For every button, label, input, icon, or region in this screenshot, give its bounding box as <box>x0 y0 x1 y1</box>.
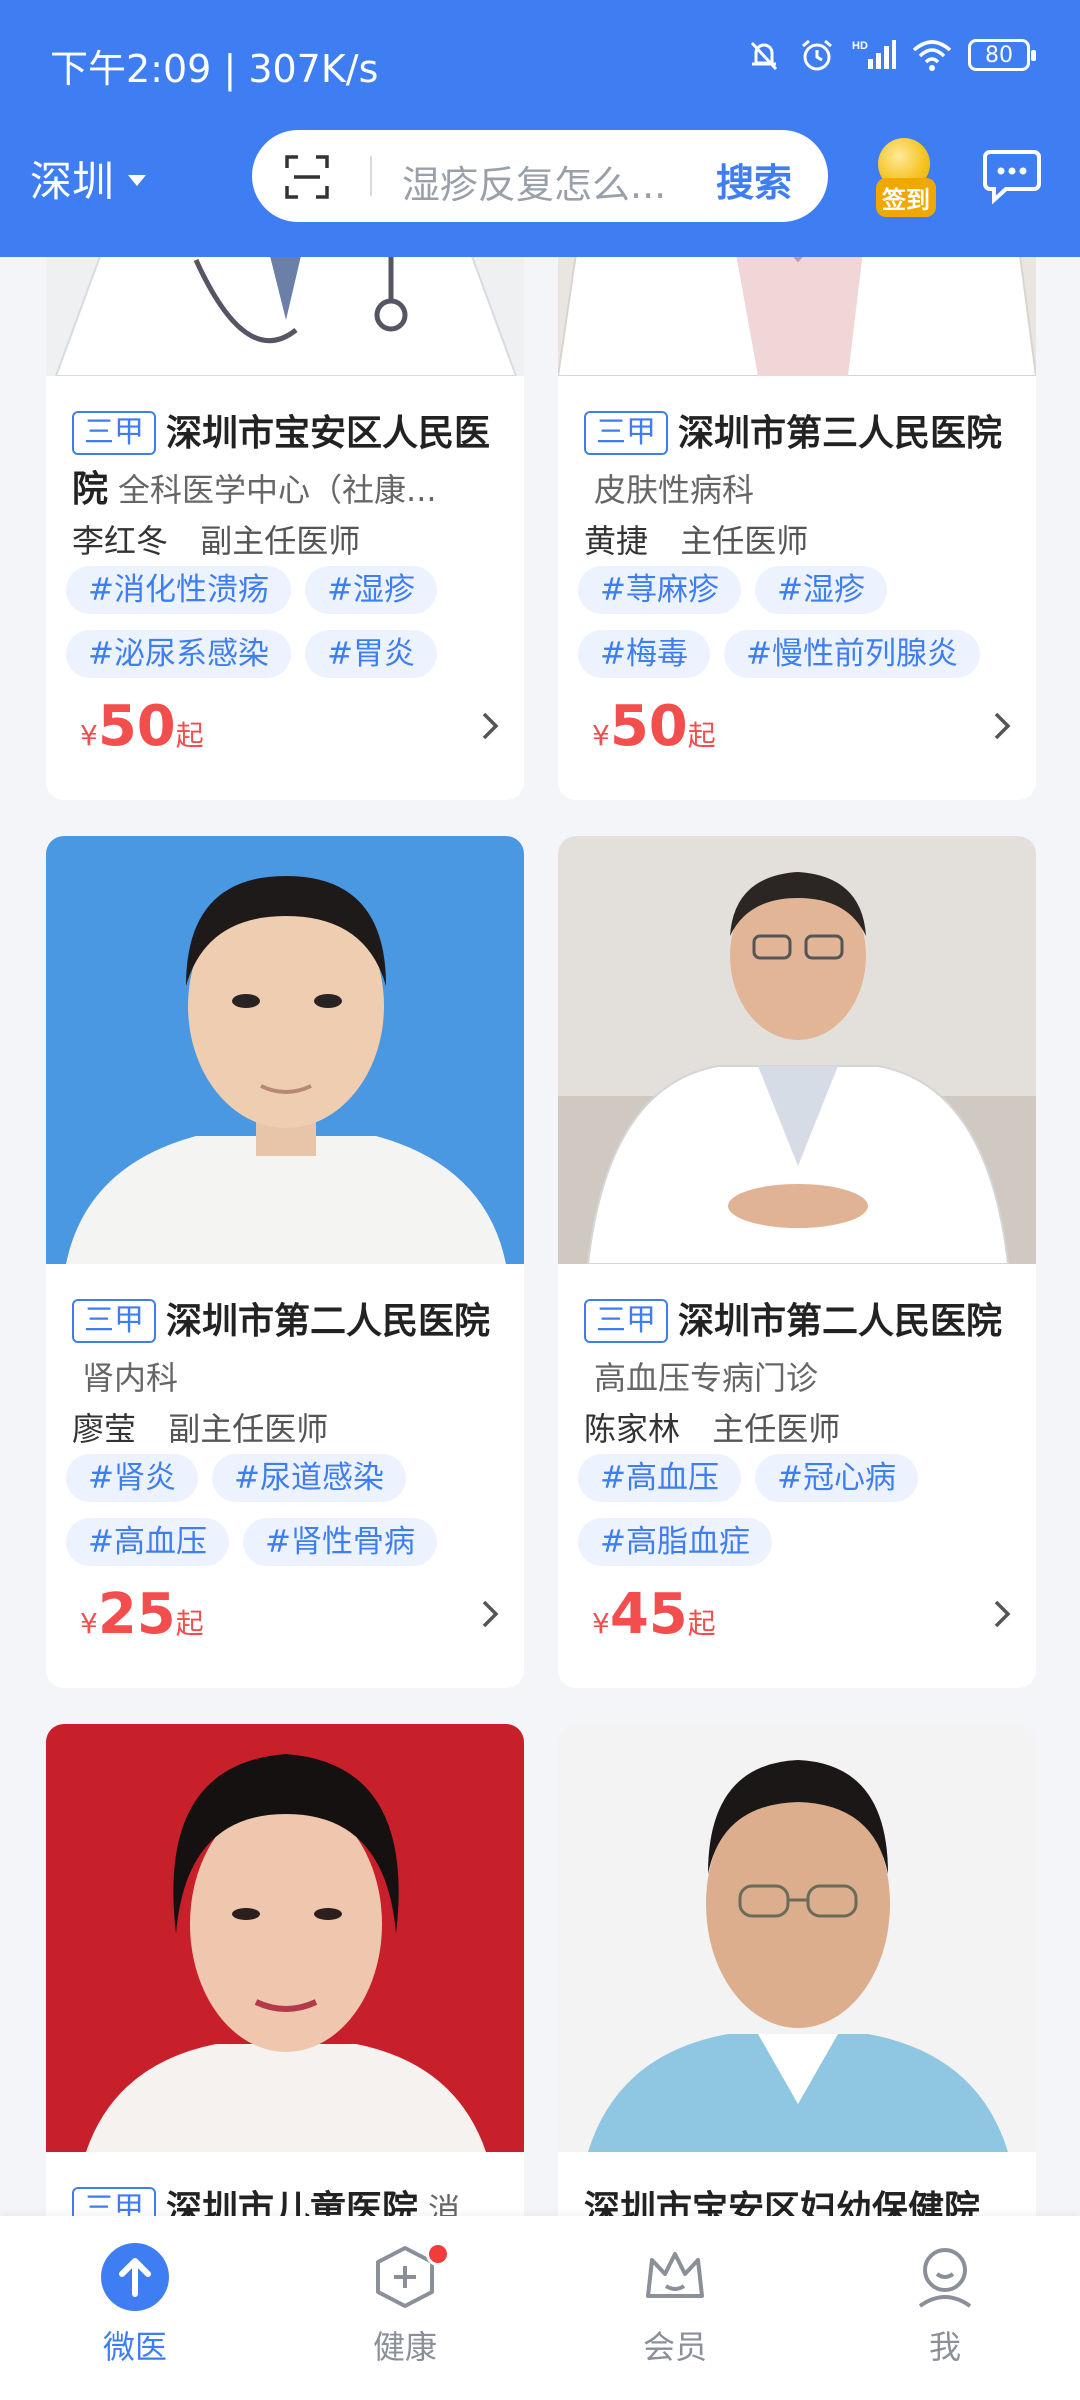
search-bar[interactable]: 湿疹反复怎么... 搜索 <box>252 130 828 222</box>
hospital-title: 三甲 深圳市第二人民医院高血压专病门诊 <box>584 1294 1014 1406</box>
doctor-name: 黄捷 <box>584 522 649 560</box>
nav-label: 健康 <box>372 2328 437 2366</box>
doctor-info: 廖莹 副主任医师 <box>72 1404 328 1450</box>
hospital-title: 三甲 深圳市宝安区人民医院 全科医学中心（社康... <box>72 406 502 518</box>
specialty-tag[interactable]: #肾炎 <box>66 1454 198 1502</box>
doctor-card[interactable]: 三甲 深圳市第二人民医院肾内科 廖莹 副主任医师 #肾炎 #尿道感染 #高血压 #… <box>46 836 524 1688</box>
grade-badge: 三甲 <box>72 1299 156 1343</box>
consult-price: ¥25起 <box>80 1582 204 1647</box>
specialty-tag[interactable]: #梅毒 <box>578 630 710 678</box>
wifi-icon <box>912 40 952 71</box>
specialty-tag[interactable]: #消化性溃疡 <box>66 566 291 614</box>
crown-icon <box>646 2252 704 2298</box>
specialty-tag[interactable]: #高血压 <box>66 1518 229 1566</box>
caret-down-icon <box>128 175 147 186</box>
specialty-tag[interactable]: #冠心病 <box>754 1454 918 1502</box>
specialty-tag[interactable]: #高血压 <box>578 1454 741 1502</box>
nav-tab-me[interactable]: 我 <box>810 2216 1080 2400</box>
user-profile-icon <box>918 2248 972 2308</box>
department: 高血压专病门诊 <box>594 1359 819 1397</box>
chevron-right-icon[interactable] <box>992 1598 1014 1630</box>
status-bar: 下午2:09 | 307K/s HD 80 <box>0 0 1080 120</box>
nav-tab-health[interactable]: 健康 <box>270 2216 540 2400</box>
department: 肾内科 <box>82 1359 179 1397</box>
specialty-tags: #高血压 #冠心病 #高脂血症 <box>578 1454 1024 1566</box>
doctor-info: 李红冬 副主任医师 <box>72 516 360 562</box>
specialty-tags: #荨麻疹 #湿疹 #梅毒 #慢性前列腺炎 <box>578 566 1024 678</box>
search-button[interactable]: 搜索 <box>716 152 792 207</box>
specialty-tags: #肾炎 #尿道感染 #高血压 #肾性骨病 <box>66 1454 512 1566</box>
specialty-tag[interactable]: #高脂血症 <box>578 1518 772 1566</box>
doctor-info: 黄捷 主任医师 <box>584 516 808 562</box>
nav-label: 会员 <box>642 2328 707 2366</box>
doctor-name: 廖莹 <box>72 1410 137 1448</box>
signal-icon: HD <box>852 40 896 69</box>
doctor-photo <box>558 836 1036 1264</box>
checkin-label: 签到 <box>876 178 936 217</box>
top-header: 下午2:09 | 307K/s HD 80 深圳 湿疹反复怎么... 搜索 签到 <box>0 0 1080 257</box>
doctor-photo <box>558 1724 1036 2152</box>
status-time-speed: 下午2:09 | 307K/s <box>50 47 379 91</box>
chevron-right-icon[interactable] <box>992 710 1014 742</box>
doctor-photo <box>46 836 524 1264</box>
svg-text:HD: HD <box>852 40 868 52</box>
specialty-tag[interactable]: #泌尿系感染 <box>66 630 291 678</box>
doctor-rank: 副主任医师 <box>168 1410 329 1448</box>
search-divider <box>370 156 372 196</box>
bottom-nav: 微医 健康 会员 我 <box>0 2216 1080 2400</box>
specialty-tag[interactable]: #肾性骨病 <box>242 1518 437 1566</box>
status-speed: 307K/s <box>248 47 379 91</box>
doctor-card[interactable]: 三甲 深圳市宝安区人民医院 全科医学中心（社康... 李红冬 副主任医师 #消化性溃… <box>46 200 524 800</box>
doctor-card[interactable]: 三甲 深圳市第三人民医院皮肤性病科 黄捷 主任医师 #荨麻疹 #湿疹 #梅毒 #慢… <box>558 200 1036 800</box>
search-input[interactable]: 湿疹反复怎么... <box>402 154 682 209</box>
chevron-right-icon[interactable] <box>480 1598 502 1630</box>
department: 皮肤性病科 <box>594 471 755 509</box>
doctor-rank: 主任医师 <box>712 1410 841 1448</box>
specialty-tag[interactable]: #胃炎 <box>304 630 437 678</box>
doctor-rank: 副主任医师 <box>200 522 361 560</box>
specialty-tag[interactable]: #慢性前列腺炎 <box>723 630 980 678</box>
consult-price: ¥50起 <box>592 694 716 759</box>
hospital-title: 三甲 深圳市第二人民医院肾内科 <box>72 1294 502 1406</box>
mute-bell-icon <box>750 41 778 71</box>
status-icons: HD 80 <box>746 36 1036 74</box>
grade-badge: 三甲 <box>72 411 156 455</box>
nav-label: 微医 <box>102 2328 167 2366</box>
city-selector[interactable]: 深圳 <box>30 148 147 209</box>
grade-badge: 三甲 <box>584 411 668 455</box>
hospital-name: 深圳市第三人民医院 <box>678 413 1003 454</box>
nav-label: 我 <box>928 2328 961 2366</box>
doctor-photo <box>46 1724 524 2152</box>
doctor-name: 陈家林 <box>584 1410 681 1448</box>
alarm-icon <box>802 39 832 71</box>
specialty-tag[interactable]: #湿疹 <box>754 566 887 614</box>
doctor-info: 陈家林 主任医师 <box>584 1404 840 1450</box>
checkin-button[interactable]: 签到 <box>862 132 942 217</box>
specialty-tag[interactable]: #荨麻疹 <box>578 566 741 614</box>
hospital-name: 深圳市第二人民医院 <box>166 1301 491 1342</box>
hospital-name: 深圳市第二人民医院 <box>678 1301 1003 1342</box>
scan-icon[interactable] <box>284 154 330 200</box>
chevron-right-icon[interactable] <box>480 710 502 742</box>
specialty-tag[interactable]: #尿道感染 <box>211 1454 406 1502</box>
department: 全科医学中心（社康... <box>118 471 437 509</box>
specialty-tag[interactable]: #湿疹 <box>304 566 437 614</box>
city-label: 深圳 <box>30 157 115 206</box>
message-icon[interactable] <box>982 148 1042 204</box>
doctor-rank: 主任医师 <box>680 522 809 560</box>
home-up-arrow-icon <box>101 2243 169 2311</box>
doctor-card[interactable]: 三甲 深圳市第二人民医院高血压专病门诊 陈家林 主任医师 #高血压 #冠心病 #高… <box>558 836 1036 1688</box>
status-time: 下午2:09 <box>50 47 212 91</box>
nav-tab-home[interactable]: 微医 <box>0 2216 270 2400</box>
specialty-tags: #消化性溃疡 #湿疹 #泌尿系感染 #胃炎 <box>66 566 512 678</box>
consult-price: ¥45起 <box>592 1582 716 1647</box>
notification-dot <box>426 2242 450 2266</box>
nav-tab-member[interactable]: 会员 <box>540 2216 810 2400</box>
battery-icon: 80 <box>968 39 1036 71</box>
hospital-title: 三甲 深圳市第三人民医院皮肤性病科 <box>584 406 1014 518</box>
grade-badge: 三甲 <box>584 1299 668 1343</box>
doctor-name: 李红冬 <box>72 522 169 560</box>
consult-price: ¥50起 <box>80 694 204 759</box>
